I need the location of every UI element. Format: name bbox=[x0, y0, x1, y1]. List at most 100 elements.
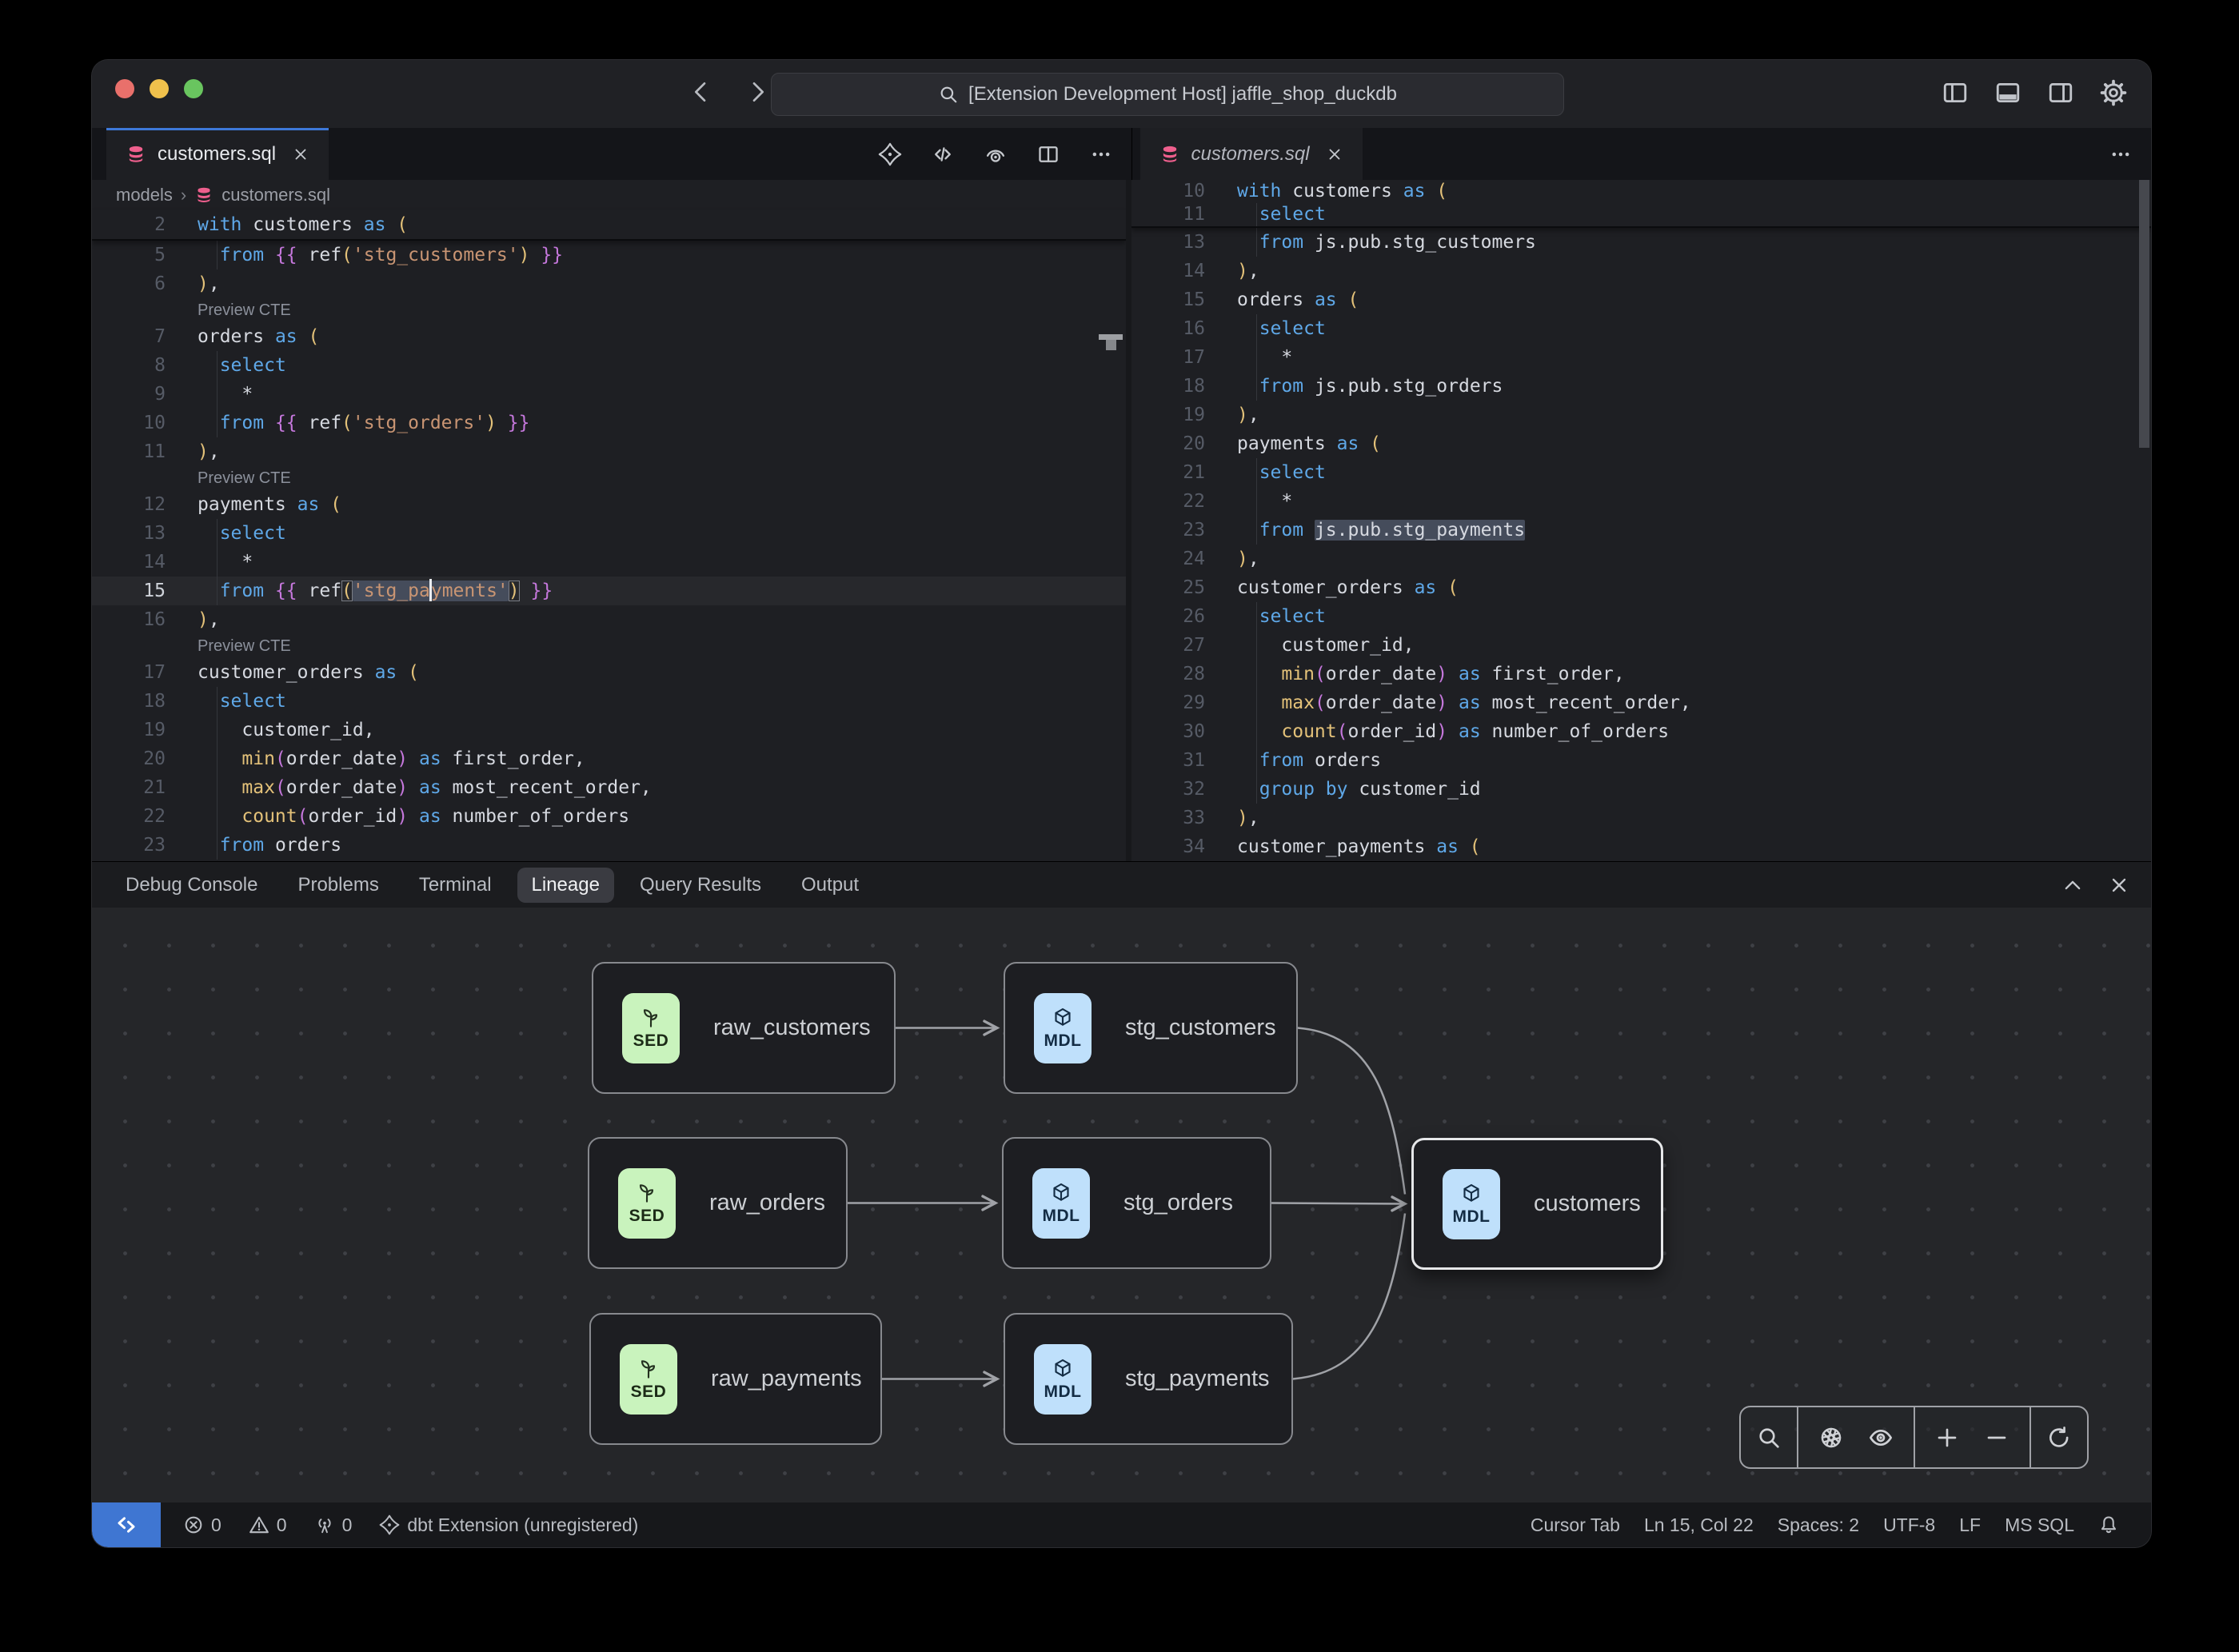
code-line-19[interactable]: 19), bbox=[1131, 401, 2151, 429]
lineage-node-stg_orders[interactable]: MDLstg_orders bbox=[1002, 1137, 1271, 1269]
close-tab-icon[interactable] bbox=[292, 146, 309, 163]
code-line-18[interactable]: 18 from js.pub.stg_orders bbox=[1131, 372, 2151, 401]
code-line-21[interactable]: 21 max(order_date) as most_recent_order, bbox=[92, 773, 1126, 802]
code-line-33[interactable]: 33), bbox=[1131, 804, 2151, 832]
code-line-15[interactable]: 15orders as ( bbox=[1131, 285, 2151, 314]
minus-icon[interactable] bbox=[1979, 1420, 2014, 1455]
code-line-18[interactable]: 18 select bbox=[92, 687, 1126, 716]
code-line-15[interactable]: 15 from {{ ref('stg_payments') }} bbox=[92, 577, 1126, 605]
code-line-22[interactable]: 22 * bbox=[1131, 487, 2151, 516]
status-item-error[interactable]: 0 bbox=[183, 1514, 222, 1536]
code-line-14[interactable]: 14), bbox=[1131, 257, 2151, 285]
panel-tab-lineage[interactable]: Lineage bbox=[517, 868, 614, 903]
code-lens[interactable]: Preview CTE bbox=[92, 634, 1126, 658]
status-item-warning[interactable]: 0 bbox=[249, 1514, 287, 1536]
maximize-panel-icon[interactable] bbox=[2061, 874, 2084, 896]
lineage-node-stg_customers[interactable]: MDLstg_customers bbox=[1004, 962, 1298, 1094]
code-line-22[interactable]: 22 count(order_id) as number_of_orders bbox=[92, 802, 1126, 831]
back-icon[interactable] bbox=[684, 74, 719, 110]
code-line-10[interactable]: 10 from {{ ref('stg_orders') }} bbox=[92, 409, 1126, 437]
code-line-5[interactable]: 5 from {{ ref('stg_customers') }} bbox=[92, 241, 1126, 269]
dbt-icon[interactable] bbox=[874, 138, 906, 170]
toggle-secondary-sidebar-icon[interactable] bbox=[2042, 74, 2079, 111]
editor-pane-compiled[interactable]: 10with customers as (11 select 13 from j… bbox=[1131, 180, 2151, 861]
close-panel-icon[interactable] bbox=[2108, 874, 2130, 896]
code-line-26[interactable]: 26 select bbox=[1131, 602, 2151, 631]
status-item-bell[interactable] bbox=[2098, 1514, 2119, 1535]
panel-tab-debug-console[interactable]: Debug Console bbox=[111, 868, 272, 903]
status-item-ms-sql[interactable]: MS SQL bbox=[2005, 1514, 2074, 1536]
status-item-lf[interactable]: LF bbox=[1959, 1514, 1981, 1536]
code-lines[interactable]: 5 from {{ ref('stg_customers') }}6),Prev… bbox=[92, 241, 1126, 860]
code-line-24[interactable]: 24), bbox=[1131, 545, 2151, 573]
code-line-11[interactable]: 11), bbox=[92, 437, 1126, 466]
lineage-canvas[interactable]: SEDraw_customers MDLstg_customers SEDraw_o… bbox=[92, 908, 2151, 1502]
code-line-13[interactable]: 13 select bbox=[92, 519, 1126, 548]
code-lens[interactable]: Preview CTE bbox=[92, 298, 1126, 322]
ellipsis-icon[interactable] bbox=[2105, 138, 2137, 170]
preview-eye-icon[interactable] bbox=[980, 138, 1012, 170]
lineage-node-stg_payments[interactable]: MDLstg_payments bbox=[1004, 1313, 1293, 1445]
panel-tab-query-results[interactable]: Query Results bbox=[625, 868, 776, 903]
scrollbar-marker[interactable] bbox=[1099, 334, 1123, 352]
aperture-icon[interactable] bbox=[1814, 1420, 1849, 1455]
code-line-17[interactable]: 17customer_orders as ( bbox=[92, 658, 1126, 687]
remote-indicator[interactable] bbox=[92, 1502, 161, 1547]
code-line-25[interactable]: 25customer_orders as ( bbox=[1131, 573, 2151, 602]
lineage-node-customers[interactable]: MDLcustomers bbox=[1411, 1138, 1663, 1270]
code-icon[interactable] bbox=[927, 138, 959, 170]
minimize-window-button[interactable] bbox=[150, 79, 169, 98]
code-line-7[interactable]: 7orders as ( bbox=[92, 322, 1126, 351]
lineage-node-raw_payments[interactable]: SEDraw_payments bbox=[589, 1313, 882, 1445]
code-line-11[interactable]: 11 select bbox=[1131, 203, 2151, 226]
status-item-cursor-tab[interactable]: Cursor Tab bbox=[1531, 1514, 1620, 1536]
toggle-sidebar-icon[interactable] bbox=[1937, 74, 1974, 111]
code-line-6[interactable]: 6), bbox=[92, 269, 1126, 298]
status-item-spaces-2[interactable]: Spaces: 2 bbox=[1778, 1514, 1859, 1536]
panel-tab-terminal[interactable]: Terminal bbox=[405, 868, 506, 903]
search-icon[interactable] bbox=[1751, 1420, 1786, 1455]
code-line-16[interactable]: 16 select bbox=[1131, 314, 2151, 343]
command-center-search[interactable]: [Extension Development Host] jaffle_shop… bbox=[771, 73, 1564, 116]
code-line-23[interactable]: 23 from js.pub.stg_payments bbox=[1131, 516, 2151, 545]
plus-icon[interactable] bbox=[1930, 1420, 1965, 1455]
status-item-ports[interactable]: 0 bbox=[314, 1514, 353, 1536]
status-item-dbt[interactable]: dbt Extension (unregistered) bbox=[379, 1514, 638, 1536]
editor-pane-source[interactable]: models › customers.sql 2with customers a… bbox=[92, 180, 1126, 861]
code-line-27[interactable]: 27 customer_id, bbox=[1131, 631, 2151, 660]
code-line-20[interactable]: 20payments as ( bbox=[1131, 429, 2151, 458]
code-line-20[interactable]: 20 min(order_date) as first_order, bbox=[92, 744, 1126, 773]
tab-customers-sql-preview[interactable]: customers.sql bbox=[1140, 128, 1363, 180]
code-line-32[interactable]: 32 group by customer_id bbox=[1131, 775, 2151, 804]
close-window-button[interactable] bbox=[115, 79, 134, 98]
editor-split-divider[interactable] bbox=[1126, 180, 1131, 861]
settings-gear-icon[interactable] bbox=[2095, 74, 2132, 111]
code-line-2[interactable]: 2with customers as ( bbox=[92, 210, 1126, 239]
code-line-31[interactable]: 31 from orders bbox=[1131, 746, 2151, 775]
code-line-12[interactable]: 12payments as ( bbox=[92, 490, 1126, 519]
code-lens[interactable]: Preview CTE bbox=[92, 466, 1126, 490]
refresh-icon[interactable] bbox=[2041, 1420, 2077, 1455]
status-item-utf-8[interactable]: UTF-8 bbox=[1883, 1514, 1935, 1536]
eye-icon[interactable] bbox=[1863, 1420, 1898, 1455]
close-tab-icon[interactable] bbox=[1326, 146, 1343, 163]
code-line-21[interactable]: 21 select bbox=[1131, 458, 2151, 487]
tab-customers-sql[interactable]: customers.sql bbox=[106, 128, 329, 180]
code-line-13[interactable]: 13 from js.pub.stg_customers bbox=[1131, 228, 2151, 257]
code-line-16[interactable]: 16), bbox=[92, 605, 1126, 634]
toggle-panel-icon[interactable] bbox=[1990, 74, 2026, 111]
panel-tab-problems[interactable]: Problems bbox=[283, 868, 393, 903]
lineage-node-raw_orders[interactable]: SEDraw_orders bbox=[588, 1137, 848, 1269]
breadcrumb-folder[interactable]: models bbox=[116, 185, 173, 206]
ellipsis-icon[interactable] bbox=[1085, 138, 1117, 170]
maximize-window-button[interactable] bbox=[184, 79, 203, 98]
lineage-node-raw_customers[interactable]: SEDraw_customers bbox=[592, 962, 896, 1094]
code-line-30[interactable]: 30 count(order_id) as number_of_orders bbox=[1131, 717, 2151, 746]
code-lines[interactable]: 13 from js.pub.stg_customers14),15orders… bbox=[1131, 228, 2151, 861]
code-line-23[interactable]: 23 from orders bbox=[92, 831, 1126, 860]
breadcrumb-file[interactable]: customers.sql bbox=[222, 185, 330, 206]
forward-icon[interactable] bbox=[740, 74, 775, 110]
code-line-10[interactable]: 10with customers as ( bbox=[1131, 180, 2151, 203]
scrollbar-thumb[interactable] bbox=[2139, 180, 2149, 448]
code-line-28[interactable]: 28 min(order_date) as first_order, bbox=[1131, 660, 2151, 688]
